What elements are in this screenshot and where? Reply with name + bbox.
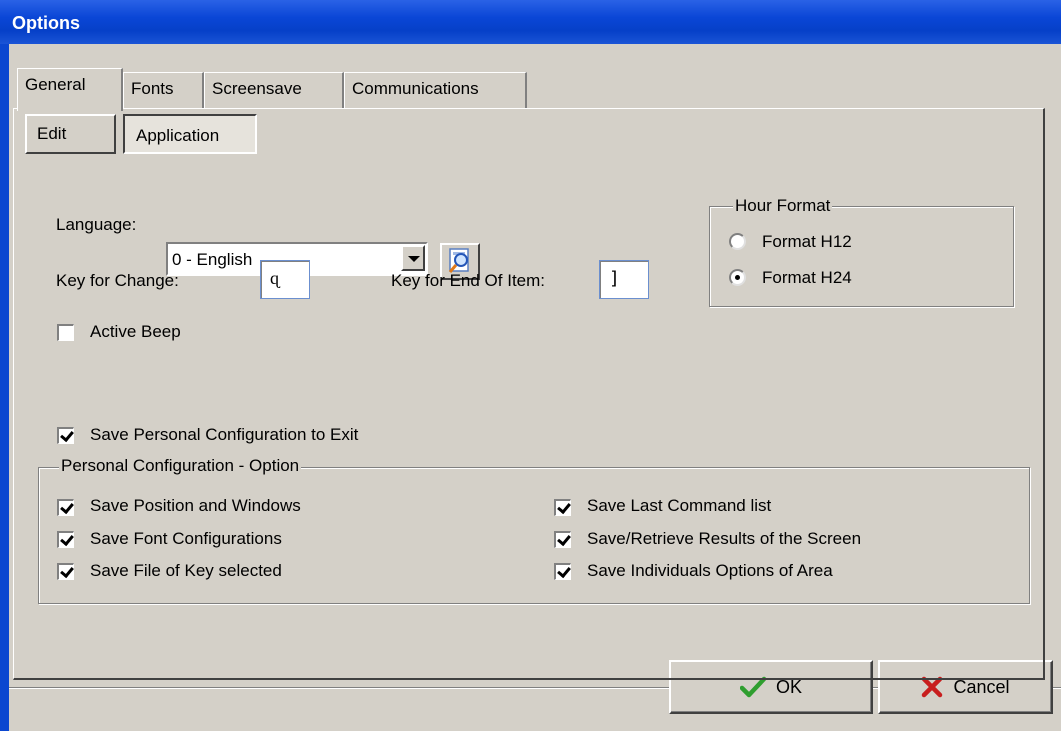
tab-fonts[interactable]: Fonts — [123, 72, 204, 108]
general-tab-panel — [13, 108, 1045, 680]
tab-general-label: General — [25, 75, 86, 94]
tab-screensave[interactable]: Screensave — [204, 72, 344, 108]
window-title: Options — [12, 13, 80, 33]
tab-communications[interactable]: Communications — [344, 72, 527, 108]
tab-fonts-label: Fonts — [131, 79, 174, 98]
dialog-client-area: General Fonts Screensave Communications … — [9, 44, 1061, 731]
window-frame-left — [0, 44, 9, 731]
tab-general[interactable]: General — [17, 68, 123, 111]
title-bar: Options — [0, 0, 1061, 44]
tab-screensave-label: Screensave — [212, 79, 302, 98]
options-dialog: Options General Fonts Screensave Communi… — [0, 0, 1061, 731]
tab-communications-label: Communications — [352, 79, 479, 98]
